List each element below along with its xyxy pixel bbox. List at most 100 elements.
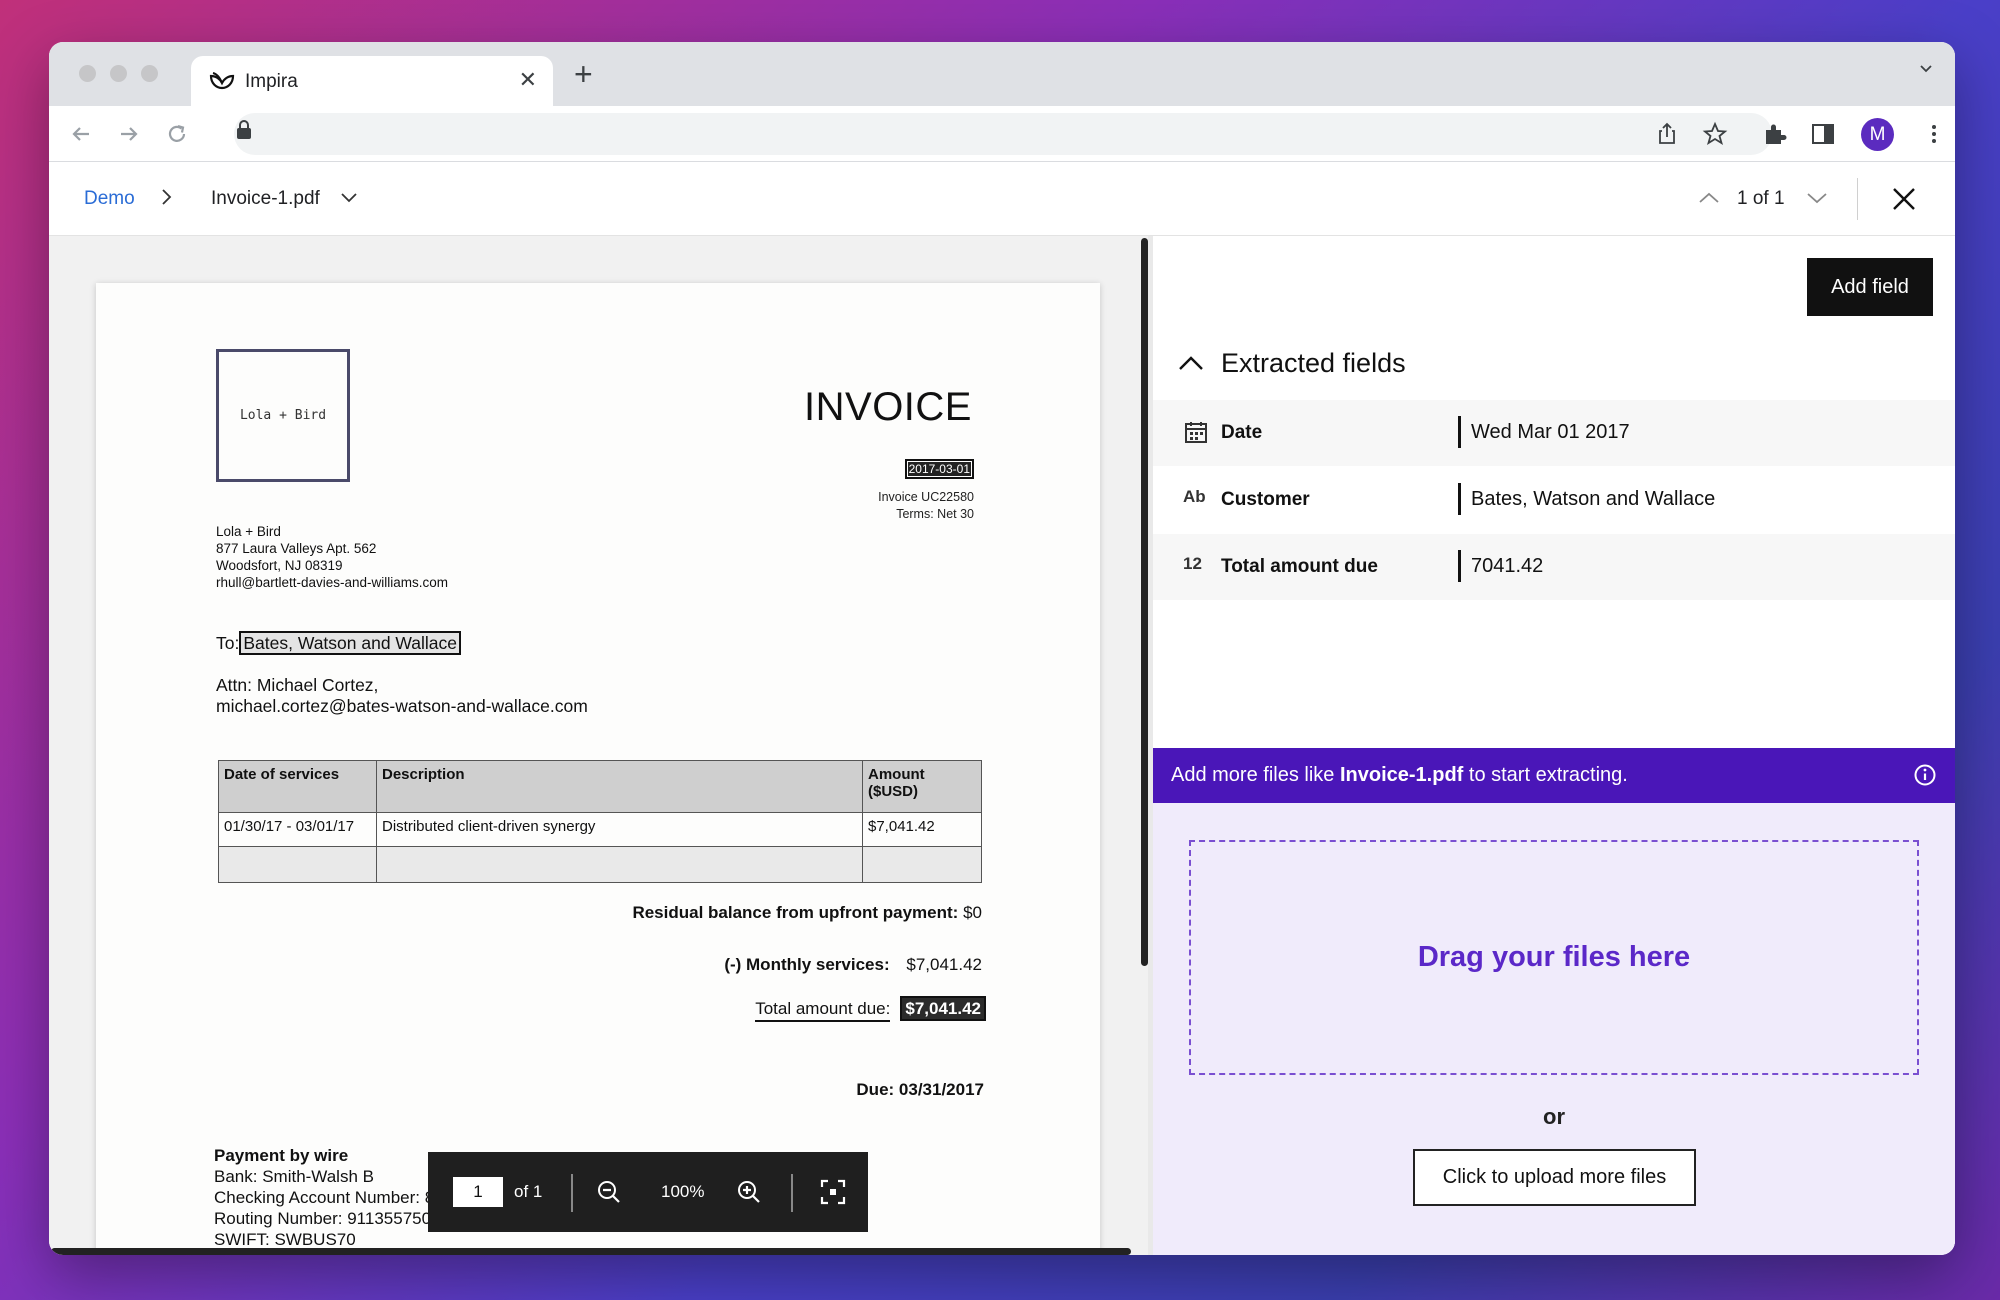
- vertical-scrollbar[interactable]: [1141, 238, 1148, 966]
- file-dropzone[interactable]: Drag your files here: [1189, 840, 1919, 1075]
- field-value[interactable]: 7041.42: [1471, 555, 1543, 578]
- field-row-customer[interactable]: Ab Customer Bates, Watson and Wallace: [1153, 467, 1955, 533]
- residual-label: Residual balance from upfront payment:: [632, 903, 959, 922]
- breadcrumb-demo[interactable]: Demo: [84, 188, 135, 210]
- window-zoom-dot[interactable]: [141, 65, 158, 82]
- toolbar-divider: [571, 1174, 573, 1212]
- field-value[interactable]: Bates, Watson and Wallace: [1471, 488, 1715, 511]
- invoice-page: Lola + Bird INVOICE 2017-03-01 Invoice U…: [96, 283, 1100, 1255]
- back-icon[interactable]: [67, 120, 95, 148]
- profile-avatar[interactable]: M: [1861, 118, 1894, 151]
- close-icon[interactable]: [1891, 186, 1917, 212]
- company-logo: Lola + Bird: [216, 349, 350, 482]
- page-number-input[interactable]: 1: [453, 1177, 503, 1207]
- sender-address: Lola + Bird 877 Laura Valleys Apt. 562 W…: [216, 523, 448, 591]
- invoice-number: Invoice UC22580: [878, 490, 974, 504]
- table-cell: $7,041.42: [862, 812, 982, 847]
- impira-logo-icon: [209, 72, 235, 90]
- banner-suffix: to start extracting.: [1463, 764, 1628, 786]
- sender-street: 877 Laura Valleys Apt. 562: [216, 541, 377, 556]
- residual-value: $0: [963, 903, 982, 922]
- zoom-in-icon[interactable]: [735, 1178, 763, 1206]
- residual-balance: Residual balance from upfront payment: $…: [632, 903, 982, 923]
- chevron-down-icon[interactable]: [339, 190, 359, 206]
- previous-page-icon[interactable]: [1697, 190, 1721, 206]
- tab-title: Impira: [245, 71, 298, 92]
- extraction-panel: Add field Extracted fields Date Wed Mar …: [1153, 236, 1955, 1255]
- window-close-dot[interactable]: [79, 65, 96, 82]
- column-header: Date of services: [218, 760, 377, 813]
- field-label: Date: [1221, 422, 1263, 443]
- banner-file: Invoice-1.pdf: [1339, 764, 1464, 786]
- table-header-row: Date of services Description Amount ($US…: [218, 760, 982, 813]
- zoom-level: 100%: [661, 1182, 705, 1201]
- upload-files-button[interactable]: Click to upload more files: [1413, 1149, 1696, 1206]
- invoice-meta: Invoice UC22580 Terms: Net 30: [878, 489, 974, 523]
- column-header: Amount ($USD): [862, 760, 982, 813]
- invoice-date-highlight[interactable]: 2017-03-01: [904, 459, 974, 479]
- table-cell: Distributed client-driven synergy: [376, 812, 863, 847]
- sidepanel-icon[interactable]: [1809, 120, 1837, 148]
- fit-to-screen-icon[interactable]: [819, 1178, 847, 1206]
- monthly-label: (-) Monthly services:: [724, 955, 890, 974]
- tab-close-icon[interactable]: ✕: [519, 68, 537, 92]
- browser-tab[interactable]: Impira ✕: [191, 56, 553, 106]
- kebab-menu-icon[interactable]: [1927, 120, 1941, 148]
- table-cell: [862, 846, 982, 883]
- sender-email: rhull@bartlett-davies-and-williams.com: [216, 575, 449, 590]
- logo-text: Lola + Bird: [239, 408, 327, 423]
- field-cursor-bar: [1458, 416, 1461, 448]
- info-icon[interactable]: [1913, 763, 1937, 787]
- address-bar[interactable]: [234, 113, 1772, 155]
- chevron-up-icon[interactable]: [1177, 354, 1205, 372]
- banner-text: Add more files like Invoice-1.pdf to sta…: [1171, 764, 1628, 787]
- upload-area: Add more files like Invoice-1.pdf to sta…: [1153, 748, 1955, 1255]
- sender-name: Lola + Bird: [216, 524, 281, 539]
- total-amount-highlight[interactable]: $7,041.42: [900, 996, 986, 1021]
- new-tab-icon[interactable]: +: [574, 58, 593, 90]
- table-row-empty: [218, 846, 982, 883]
- info-banner: Add more files like Invoice-1.pdf to sta…: [1153, 748, 1955, 803]
- horizontal-scrollbar[interactable]: [51, 1248, 1131, 1255]
- customer-highlight[interactable]: Bates, Watson and Wallace: [239, 631, 462, 655]
- services-table: Date of services Description Amount ($US…: [218, 760, 982, 883]
- forward-icon[interactable]: [115, 120, 143, 148]
- share-icon[interactable]: [1653, 120, 1681, 148]
- reload-icon[interactable]: [163, 120, 191, 148]
- field-row-total-amount-due[interactable]: 12 Total amount due 7041.42: [1153, 534, 1955, 600]
- attn-email: michael.cortez@bates-watson-and-wallace.…: [216, 696, 588, 716]
- calendar-icon: [1185, 422, 1207, 443]
- breadcrumb-file[interactable]: Invoice-1.pdf: [211, 188, 320, 210]
- next-page-icon[interactable]: [1805, 190, 1829, 206]
- extracted-fields-title: Extracted fields: [1221, 348, 1406, 378]
- field-value[interactable]: Wed Mar 01 2017: [1471, 421, 1630, 444]
- browser-toolbar: M: [49, 106, 1955, 162]
- monthly-value: $7,041.42: [906, 955, 982, 974]
- document-viewer[interactable]: Lola + Bird INVOICE 2017-03-01 Invoice U…: [49, 236, 1148, 1255]
- total-amount: Total amount due: $7,041.42: [755, 996, 986, 1022]
- tab-strip: Impira ✕ +: [49, 42, 1955, 106]
- or-separator: or: [1543, 1104, 1565, 1129]
- extensions-icon[interactable]: [1761, 120, 1789, 148]
- to-label: To:: [216, 633, 240, 653]
- tab-search-chevron-icon[interactable]: [1919, 62, 1933, 76]
- table-cell: [218, 846, 377, 883]
- field-cursor-bar: [1458, 550, 1461, 582]
- attn-name: Attn: Michael Cortez,: [216, 675, 379, 695]
- invoice-title: INVOICE: [804, 385, 972, 429]
- table-cell: 01/30/17 - 03/01/17: [218, 812, 377, 847]
- recipient-line: To: Bates, Watson and Wallace: [216, 631, 462, 655]
- zoom-out-icon[interactable]: [595, 1178, 623, 1206]
- window-minimize-dot[interactable]: [110, 65, 127, 82]
- chevron-right-icon: [162, 189, 172, 205]
- total-label: Total amount due:: [755, 999, 891, 1022]
- banner-prefix: Add more files like: [1171, 764, 1340, 786]
- dropzone-text: Drag your files here: [1417, 941, 1691, 973]
- add-field-button[interactable]: Add field: [1807, 258, 1933, 316]
- lock-icon[interactable]: [235, 120, 253, 140]
- field-row-date[interactable]: Date Wed Mar 01 2017: [1153, 400, 1955, 466]
- star-icon[interactable]: [1701, 120, 1729, 148]
- pdf-toolbar: 1 of 1 100%: [428, 1152, 868, 1232]
- page-counter: 1 of 1: [1737, 188, 1785, 209]
- number-type-icon: 12: [1183, 554, 1202, 573]
